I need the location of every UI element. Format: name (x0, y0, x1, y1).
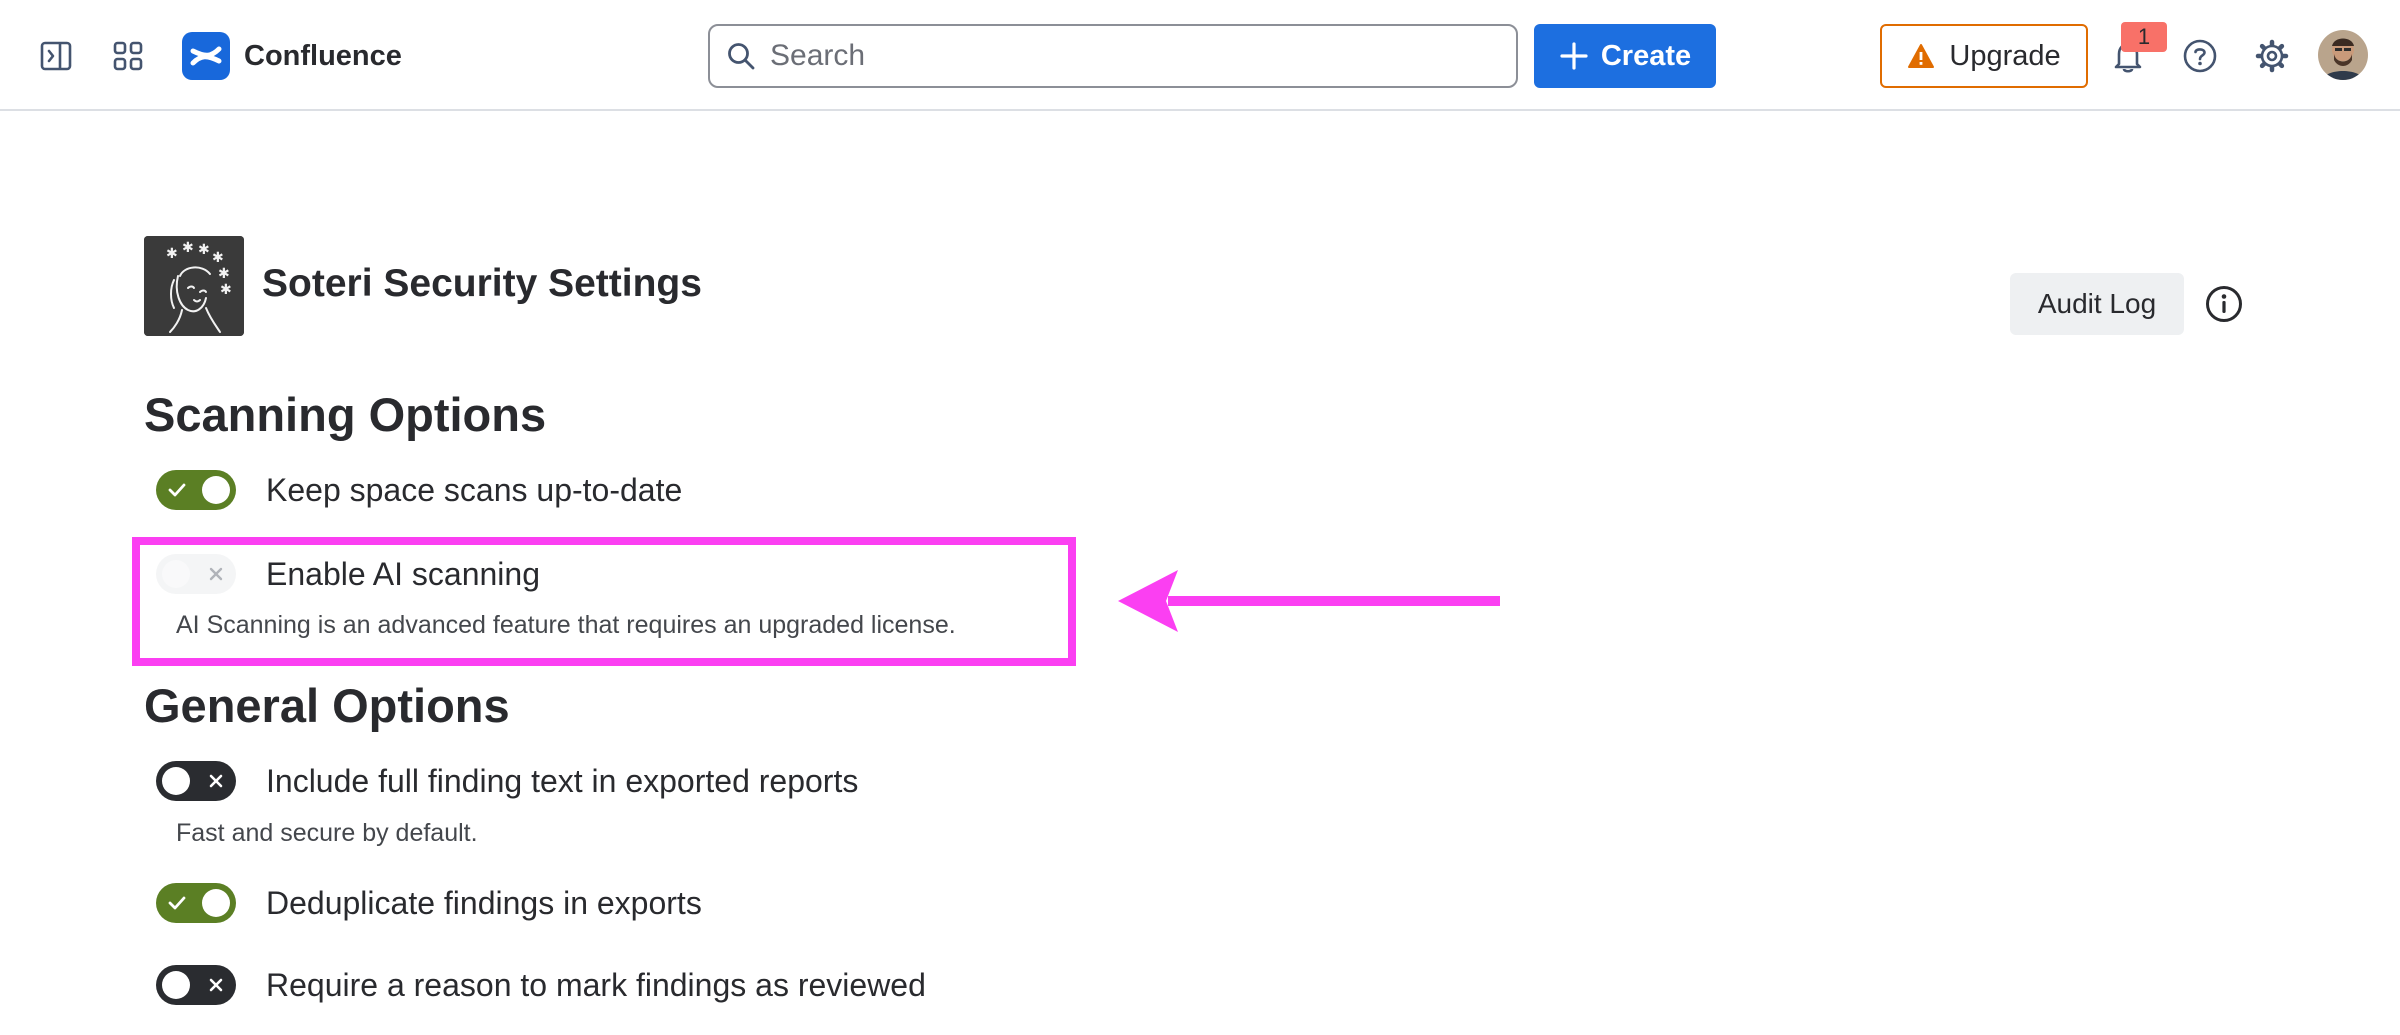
upgrade-button[interactable]: Upgrade (1880, 24, 2088, 88)
search-placeholder: Search (770, 39, 866, 72)
svg-text:✱: ✱ (166, 246, 178, 262)
keep-scans-toggle[interactable] (156, 470, 236, 510)
close-icon (208, 965, 224, 1005)
upgrade-button-label: Upgrade (1949, 39, 2061, 72)
svg-text:✱: ✱ (212, 250, 224, 266)
info-icon (2206, 286, 2242, 322)
help-icon (2183, 39, 2217, 73)
product-name: Confluence (244, 39, 402, 72)
sidebar-expand-icon (40, 41, 72, 71)
option-deduplicate-findings: Deduplicate findings in exports (156, 883, 702, 923)
top-navigation-bar: Confluence Search Create Upgrade 1 (0, 0, 2400, 111)
soteri-app-logo: ✱ ✱ ✱ ✱ ✱ ✱ (144, 236, 244, 336)
svg-text:✱: ✱ (182, 240, 194, 256)
annotation-highlight-box (132, 537, 1076, 666)
warning-icon (1908, 44, 1935, 68)
annotation-arrow-icon (1118, 570, 1500, 632)
confluence-home-link[interactable]: Confluence (182, 32, 402, 80)
plus-icon (1560, 42, 1588, 70)
svg-text:✱: ✱ (218, 266, 230, 282)
option-label: Deduplicate findings in exports (266, 884, 702, 921)
option-label: Keep space scans up-to-date (266, 471, 683, 508)
full-finding-text-description: Fast and secure by default. (176, 819, 478, 847)
search-icon (728, 43, 755, 70)
search-input[interactable]: Search (708, 24, 1518, 88)
svg-text:✱: ✱ (220, 282, 232, 298)
option-label: Include full finding text in exported re… (266, 762, 859, 799)
general-options-heading: General Options (144, 679, 510, 732)
info-button[interactable] (2204, 284, 2244, 324)
check-icon (168, 470, 186, 510)
svg-text:✱: ✱ (198, 242, 210, 258)
create-button[interactable]: Create (1534, 24, 1716, 88)
option-require-reason: Require a reason to mark findings as rev… (156, 965, 926, 1005)
check-icon (168, 883, 186, 923)
settings-button[interactable] (2244, 28, 2300, 84)
page-title: Soteri Security Settings (262, 262, 702, 305)
audit-log-button[interactable]: Audit Log (2010, 273, 2184, 335)
scanning-options-heading: Scanning Options (144, 388, 547, 441)
require-reason-toggle[interactable] (156, 965, 236, 1005)
app-switcher-button[interactable] (100, 28, 156, 84)
user-avatar[interactable] (2318, 30, 2368, 80)
deduplicate-toggle[interactable] (156, 883, 236, 923)
full-finding-text-toggle[interactable] (156, 761, 236, 801)
option-include-full-finding-text: Include full finding text in exported re… (156, 761, 858, 801)
create-button-label: Create (1600, 39, 1692, 72)
app-grid-icon (113, 41, 143, 71)
notification-count-badge: 1 (2121, 22, 2167, 52)
confluence-logo-icon (182, 32, 230, 80)
sidebar-toggle-button[interactable] (28, 28, 84, 84)
option-keep-scans-up-to-date: Keep space scans up-to-date (156, 470, 682, 510)
help-button[interactable] (2172, 28, 2228, 84)
option-label: Require a reason to mark findings as rev… (266, 966, 926, 1003)
gear-icon (2255, 39, 2289, 73)
close-icon (208, 761, 224, 801)
